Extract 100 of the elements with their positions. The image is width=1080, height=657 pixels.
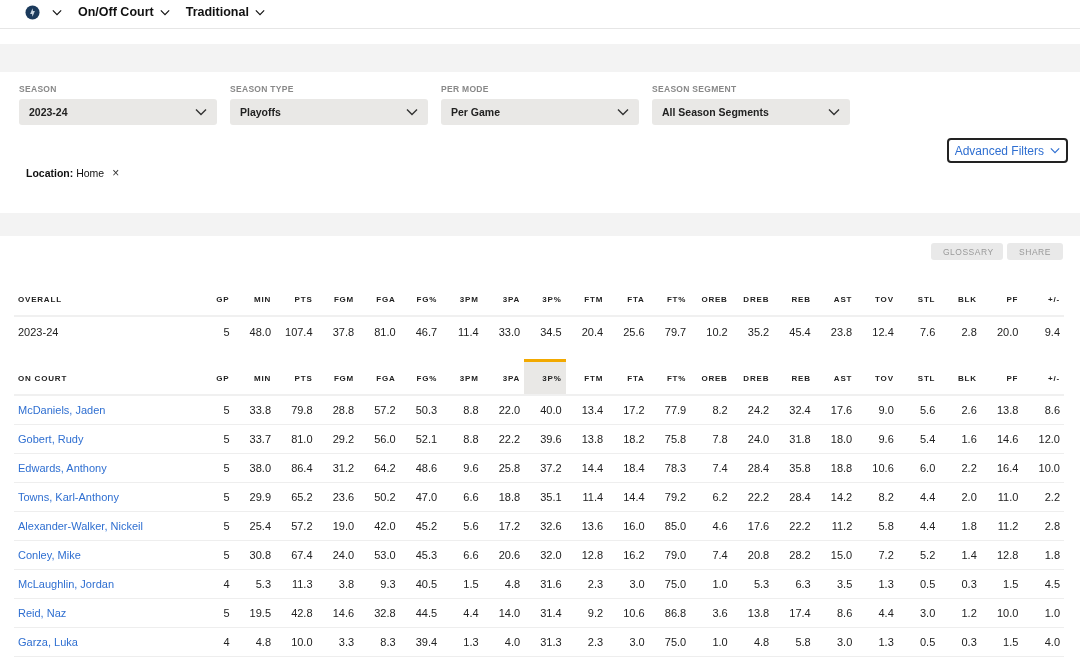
filter-select[interactable]: Per Game [441, 99, 639, 125]
table-cell: 17.2 [498, 520, 521, 532]
column-header[interactable]: 3PM [441, 360, 483, 395]
table-cell: 75.8 [664, 433, 687, 445]
table-cell: 2.0 [961, 491, 977, 503]
table-cell: 11.4 [458, 326, 479, 338]
column-header[interactable]: REB [773, 281, 815, 316]
column-header[interactable]: FGA [358, 281, 400, 316]
table-cell: 53.0 [374, 549, 396, 561]
player-link[interactable]: Conley, Mike [18, 549, 81, 561]
column-header[interactable]: DREB [731, 360, 774, 395]
column-header[interactable]: FGM [316, 281, 359, 316]
column-header[interactable]: 3P% [524, 360, 566, 395]
table-cell: 1.5 [1003, 636, 1019, 648]
column-header[interactable]: +/- [1022, 360, 1064, 395]
column-header[interactable]: FT% [648, 281, 691, 316]
table-cell: 45.3 [415, 549, 438, 561]
table-cell: 40.0 [540, 404, 562, 416]
filter-select[interactable]: Playoffs [230, 99, 428, 125]
table-cell: 31.6 [540, 578, 562, 590]
table-cell: 8.8 [463, 404, 479, 416]
table-cell: 12.8 [581, 549, 604, 561]
table-cell: 6.0 [920, 462, 936, 474]
column-header[interactable]: AST [814, 360, 857, 395]
remove-filter-button[interactable]: × [112, 167, 120, 179]
column-header[interactable]: REB [773, 360, 815, 395]
team-dropdown[interactable] [25, 4, 62, 20]
column-header[interactable]: FGA [358, 360, 400, 395]
player-link[interactable]: Alexander-Walker, Nickeil [18, 520, 143, 532]
column-header[interactable]: TOV [856, 281, 898, 316]
column-header[interactable]: FG% [399, 360, 442, 395]
column-header[interactable]: DREB [731, 281, 774, 316]
table-cell: 47.0 [415, 491, 438, 503]
player-link[interactable]: Reid, Naz [18, 607, 67, 619]
column-header[interactable]: FG% [399, 281, 442, 316]
column-header[interactable]: MIN [233, 281, 276, 316]
player-link[interactable]: Garza, Luka [18, 636, 78, 648]
column-header[interactable]: BLK [939, 281, 981, 316]
table-cell: 33.0 [498, 326, 521, 338]
column-header[interactable]: PTS [275, 360, 317, 395]
table-cell: 35.2 [747, 326, 770, 338]
column-header[interactable]: AST [814, 281, 857, 316]
chevron-down-icon [195, 108, 207, 116]
table-cell: 32.4 [789, 404, 811, 416]
column-header[interactable]: GP [192, 360, 234, 395]
column-header[interactable]: STL [897, 360, 940, 395]
player-link[interactable]: Edwards, Anthony [18, 462, 107, 474]
table-cell: 4.4 [463, 607, 479, 619]
filter-label: PER MODE [441, 84, 490, 94]
player-link[interactable]: Towns, Karl-Anthony [18, 491, 119, 503]
table-cell: 7.4 [712, 462, 728, 474]
column-header[interactable]: GP [192, 281, 234, 316]
column-header[interactable]: FT% [648, 360, 691, 395]
table-cell: 4.8 [255, 636, 272, 648]
player-link[interactable]: McLaughlin, Jordan [18, 578, 114, 590]
table-cell: 6.2 [712, 491, 728, 503]
column-header[interactable]: 3PA [482, 281, 525, 316]
chevron-down-icon [617, 108, 629, 116]
player-link[interactable]: McDaniels, Jaden [18, 404, 106, 416]
table-cell: 12.8 [996, 549, 1019, 561]
column-header[interactable]: PF [980, 281, 1023, 316]
view-dropdown[interactable]: On/Off Court [78, 5, 170, 19]
column-header[interactable]: 3PM [441, 281, 483, 316]
table-cell: 18.0 [830, 433, 853, 445]
column-header[interactable]: STL [897, 281, 940, 316]
table-cell: 3.0 [920, 607, 936, 619]
view-dropdown[interactable]: Traditional [185, 5, 265, 19]
column-header[interactable]: BLK [939, 360, 981, 395]
advanced-filters-button[interactable]: Advanced Filters [946, 138, 1068, 163]
table-cell: 48.0 [249, 326, 272, 338]
table-cell: 86.4 [291, 462, 313, 474]
column-header[interactable]: TOV [856, 360, 898, 395]
column-header[interactable]: MIN [233, 360, 276, 395]
chevron-down-icon [406, 108, 418, 116]
column-header[interactable]: OREB [690, 360, 732, 395]
column-header[interactable]: FTM [565, 360, 608, 395]
table-cell: 42.8 [291, 607, 313, 619]
table-cell: 3.0 [629, 578, 645, 590]
player-link[interactable]: Gobert, Rudy [18, 433, 84, 445]
table-cell: 45.2 [415, 520, 438, 532]
table-cell: 5.6 [463, 520, 479, 532]
table-cell: 17.6 [830, 404, 853, 416]
table-cell: 3.0 [629, 636, 645, 648]
table-cell: 13.8 [747, 607, 770, 619]
column-header[interactable]: +/- [1022, 281, 1064, 316]
column-header[interactable]: FTA [607, 360, 649, 395]
filter-select[interactable]: 2023-24 [19, 99, 217, 125]
column-header[interactable]: FGM [316, 360, 359, 395]
column-header[interactable]: 3P% [524, 281, 566, 316]
column-header[interactable]: PF [980, 360, 1023, 395]
column-header[interactable]: FTA [607, 281, 649, 316]
table-cell: 9.2 [587, 607, 604, 619]
table-cell: 22.0 [498, 404, 521, 416]
table-cell: 5.2 [920, 549, 936, 561]
column-header[interactable]: PTS [275, 281, 317, 316]
column-header[interactable]: OREB [690, 281, 732, 316]
table-cell: 2.6 [961, 404, 977, 416]
filter-select[interactable]: All Season Segments [652, 99, 850, 125]
table-cell: 75.0 [664, 636, 687, 648]
column-header[interactable]: FTM [565, 281, 608, 316]
